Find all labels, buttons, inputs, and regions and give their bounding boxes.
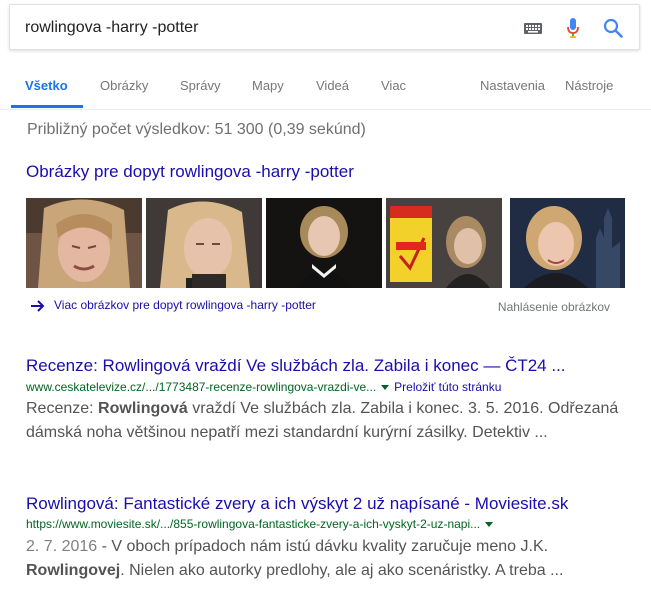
arrow-right-icon	[31, 300, 45, 312]
tab-images[interactable]: Obrázky	[100, 78, 148, 93]
image-thumbnail[interactable]	[386, 198, 502, 288]
active-tab-indicator	[11, 105, 83, 108]
caret-down-icon[interactable]	[485, 521, 494, 527]
search-input[interactable]	[25, 18, 495, 38]
result-stats: Približný počet výsledkov: 51 300 (0,39 …	[27, 121, 366, 138]
image-thumbnail[interactable]	[26, 198, 142, 288]
more-images-label: Viac obrázkov pre dopyt rowlingova -harr…	[54, 298, 316, 312]
snippet-highlight: Rowlingová	[98, 400, 188, 417]
result-snippet: Recenze: Rowlingová vraždí Ve službách z…	[26, 397, 626, 445]
tab-videos[interactable]: Videá	[316, 78, 349, 93]
images-heading-link[interactable]: Obrázky pre dopyt rowlingova -harry -pot…	[26, 162, 354, 182]
more-images-link[interactable]: Viac obrázkov pre dopyt rowlingova -harr…	[30, 298, 316, 313]
snippet-text: Recenze:	[26, 400, 99, 417]
snippet-highlight: Rowlingovej	[26, 562, 121, 579]
result-url-text: https://www.moviesite.sk/.../855-rowling…	[26, 517, 481, 531]
translate-link[interactable]: Preložiť túto stránku	[394, 380, 501, 394]
snippet-text: - V oboch prípadoch nám istú dávku kvali…	[97, 538, 549, 555]
image-thumbnails	[26, 198, 625, 288]
keyboard-icon[interactable]	[524, 23, 542, 34]
tab-bar: Všetko Obrázky Správy Mapy Videá Viac Na…	[0, 60, 651, 110]
mic-icon[interactable]	[567, 18, 579, 38]
result-url: www.ceskatelevize.cz/.../1773487-recenze…	[26, 380, 501, 394]
result-title-link[interactable]: Recenze: Rowlingová vraždí Ve službách z…	[26, 356, 566, 376]
report-images-link[interactable]: Nahlásenie obrázkov	[498, 300, 610, 314]
tab-maps[interactable]: Mapy	[252, 78, 284, 93]
tab-all[interactable]: Všetko	[25, 78, 68, 93]
image-thumbnail[interactable]	[510, 198, 625, 288]
result-title-link[interactable]: Rowlingová: Fantastické zvery a ich výsk…	[26, 494, 568, 514]
tab-news[interactable]: Správy	[180, 78, 220, 93]
result-date: 2. 7. 2016	[26, 538, 98, 555]
search-icon[interactable]	[603, 18, 623, 38]
tab-settings[interactable]: Nastavenia	[480, 78, 545, 93]
result-url: https://www.moviesite.sk/.../855-rowling…	[26, 517, 498, 531]
result-snippet: 2. 7. 2016 - V oboch prípadoch nám istú …	[26, 535, 626, 583]
snippet-text: . Nielen ako autorky predlohy, ale aj ak…	[120, 562, 564, 579]
image-thumbnail[interactable]	[266, 198, 382, 288]
search-box	[9, 4, 640, 50]
caret-down-icon[interactable]	[381, 384, 390, 390]
image-thumbnail[interactable]	[146, 198, 262, 288]
result-url-text: www.ceskatelevize.cz/.../1773487-recenze…	[26, 380, 377, 394]
tab-more[interactable]: Viac	[381, 78, 406, 93]
tab-tools[interactable]: Nástroje	[565, 78, 613, 93]
